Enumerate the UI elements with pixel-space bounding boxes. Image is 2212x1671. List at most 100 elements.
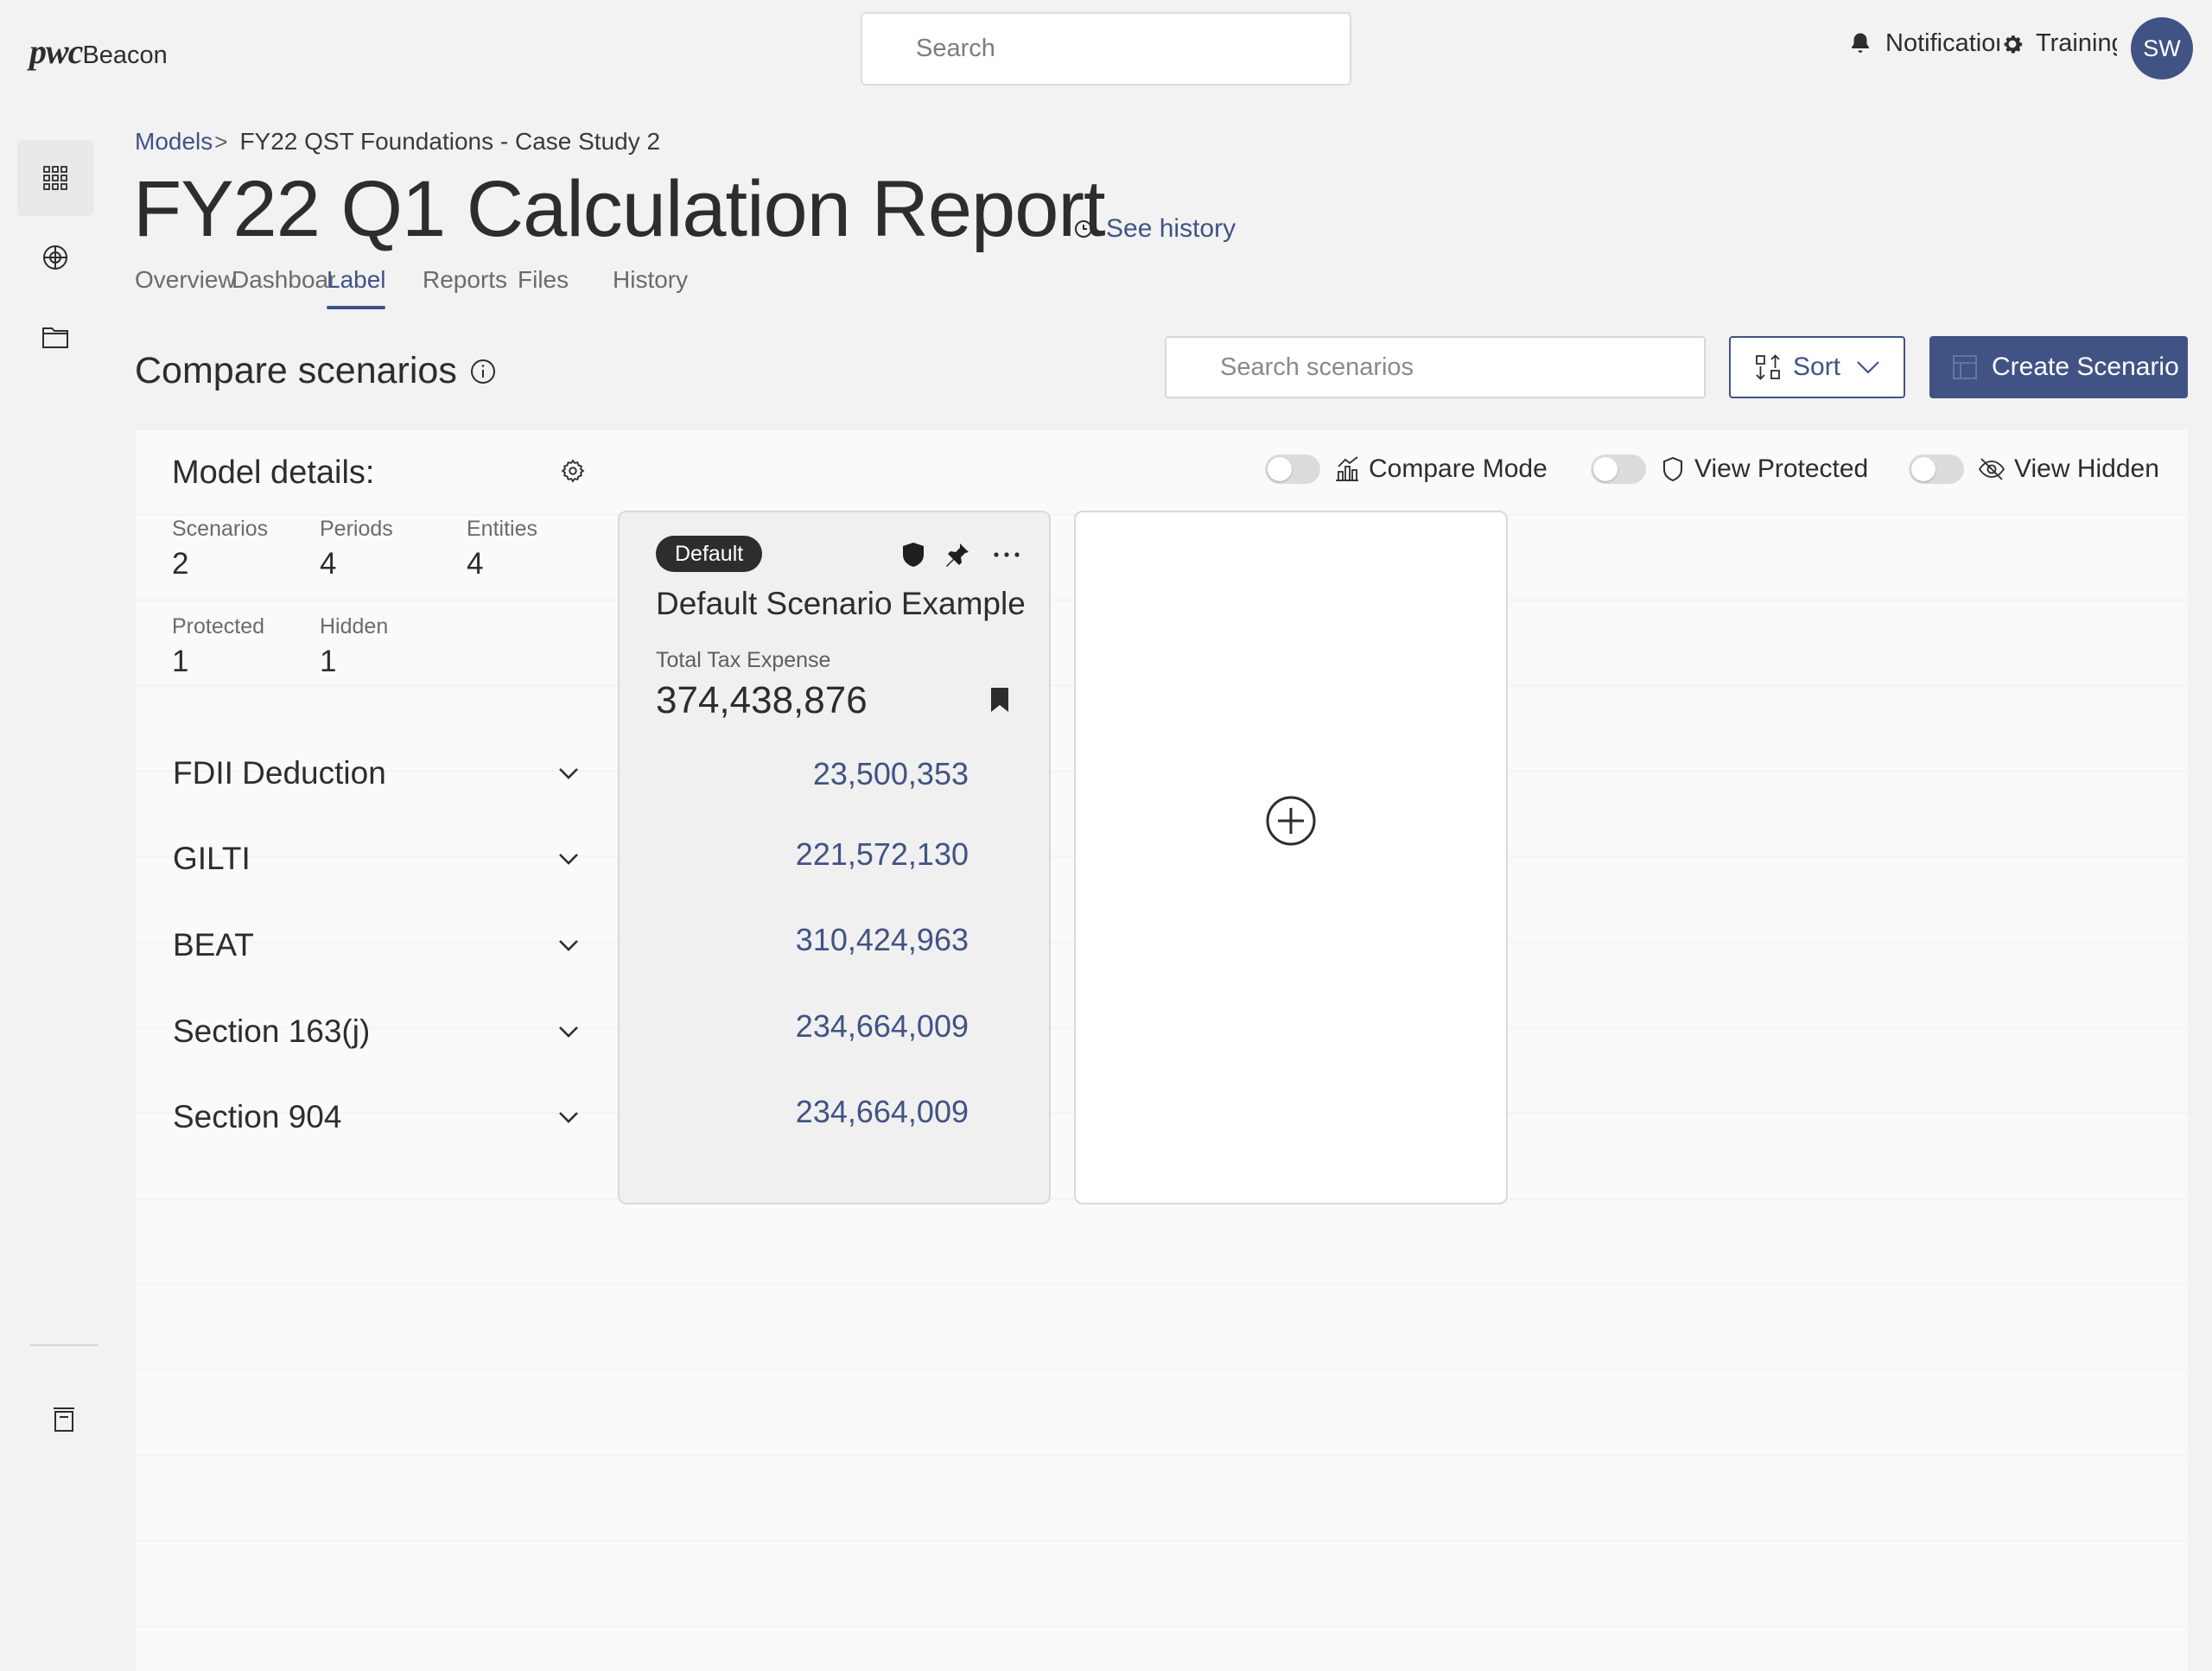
- info-icon[interactable]: [469, 358, 497, 385]
- chevron-down-icon: [558, 767, 579, 779]
- global-search-input[interactable]: Search: [861, 12, 1351, 86]
- compare-scenarios-heading: Compare scenarios: [135, 350, 457, 391]
- add-circle-icon[interactable]: [1265, 795, 1317, 847]
- scenario-value-gilti[interactable]: 221,572,130: [623, 836, 969, 873]
- breadcrumb-current: FY22 QST Foundations - Case Study 2: [239, 128, 661, 155]
- stat-label: Entities: [467, 517, 537, 541]
- tab-files[interactable]: Files: [518, 266, 569, 294]
- page-title: FY22 Q1 Calculation Report: [133, 165, 1106, 253]
- sort-icon: [1755, 354, 1781, 380]
- scenario-value-beat[interactable]: 310,424,963: [623, 922, 969, 958]
- compare-mode-toggle[interactable]: [1265, 454, 1320, 484]
- tab-reports[interactable]: Reports: [423, 266, 507, 294]
- scenario-search-placeholder: Search scenarios: [1220, 353, 1414, 381]
- target-icon: [41, 244, 69, 271]
- chevron-down-icon: [558, 853, 579, 865]
- model-settings-button[interactable]: [560, 458, 586, 484]
- scenario-value-163j[interactable]: 234,664,009: [623, 1008, 969, 1045]
- view-protected-toggle[interactable]: [1591, 454, 1646, 484]
- section-904[interactable]: Section 904: [173, 1087, 579, 1147]
- view-hidden-toggle-group: View Hidden: [1909, 454, 2159, 484]
- view-hidden-toggle[interactable]: [1909, 454, 1964, 484]
- training-button[interactable]: Training: [1999, 29, 2117, 58]
- eye-off-icon: [1978, 456, 2005, 482]
- section-gilti[interactable]: GILTI: [173, 829, 579, 889]
- scenario-value-fdii[interactable]: 23,500,353: [623, 756, 969, 792]
- tab-label[interactable]: Label: [327, 266, 386, 294]
- section-163j[interactable]: Section 163(j): [173, 1001, 579, 1062]
- section-label: GILTI: [173, 841, 251, 876]
- create-scenario-button[interactable]: Create Scenario: [1929, 336, 2188, 398]
- app-logo[interactable]: pwc Beacon: [29, 31, 168, 72]
- training-label: Training: [2036, 29, 2117, 57]
- stat-protected: Protected 1: [172, 614, 264, 679]
- shield-icon: [1662, 456, 1684, 482]
- stat-label: Protected: [172, 614, 265, 639]
- bookmark-icon[interactable]: [989, 687, 1010, 713]
- protected-shield-icon[interactable]: [901, 542, 925, 568]
- pin-icon[interactable]: [944, 542, 970, 568]
- grid-icon: [42, 165, 68, 191]
- add-document-icon: [1952, 354, 1978, 380]
- chart-icon: [1334, 456, 1360, 482]
- chevron-down-icon: [558, 1111, 579, 1123]
- rail-files[interactable]: [17, 299, 93, 375]
- total-tax-label: Total Tax Expense: [656, 648, 831, 672]
- sort-label: Sort: [1793, 353, 1841, 381]
- add-scenario-card[interactable]: [1074, 511, 1508, 1204]
- section-label: FDII Deduction: [173, 755, 386, 791]
- stat-label: Scenarios: [172, 517, 269, 541]
- compare-mode-toggle-group: Compare Mode: [1265, 454, 1548, 484]
- breadcrumb-models-link[interactable]: Models: [135, 128, 213, 156]
- stat-value: 2: [172, 547, 189, 581]
- global-search-placeholder: Search: [916, 35, 995, 62]
- chevron-down-icon: [1856, 360, 1880, 374]
- chevron-down-icon: [558, 1026, 579, 1038]
- stat-value: 1: [320, 645, 337, 678]
- rail-trash[interactable]: [26, 1381, 102, 1457]
- trash-icon: [51, 1405, 77, 1433]
- stat-hidden: Hidden 1: [320, 614, 388, 679]
- breadcrumb: Models > FY22 QST Foundations - Case Stu…: [135, 128, 660, 156]
- sort-button[interactable]: Sort: [1729, 336, 1905, 398]
- see-history-link[interactable]: See history: [1073, 214, 1236, 244]
- default-badge: Default: [656, 536, 763, 572]
- bell-icon: [1847, 31, 1873, 57]
- notifications-button[interactable]: Notifications: [1847, 29, 1999, 58]
- create-scenario-label: Create Scenario: [1992, 353, 2179, 381]
- app-name: Beacon: [82, 41, 168, 69]
- stat-value: 4: [320, 547, 337, 581]
- scenario-search-input[interactable]: Search scenarios: [1165, 336, 1706, 398]
- scenario-title: Default Scenario Example: [656, 586, 1026, 621]
- notifications-label: Notifications: [1885, 29, 1999, 57]
- stat-label: Hidden: [320, 614, 389, 639]
- active-tab-indicator: [327, 306, 385, 309]
- model-details-title: Model details:: [172, 454, 375, 491]
- brand-logo-text: pwc: [29, 32, 83, 71]
- total-tax-value: 374,438,876: [656, 679, 868, 721]
- clock-icon: [1073, 219, 1094, 239]
- section-beat[interactable]: BEAT: [173, 915, 579, 975]
- user-avatar[interactable]: SW: [2131, 17, 2193, 79]
- stat-value: 4: [467, 547, 484, 581]
- tab-overview[interactable]: Overview: [135, 266, 236, 294]
- stat-value: 1: [172, 645, 189, 678]
- view-hidden-label: View Hidden: [2014, 454, 2159, 483]
- view-protected-toggle-group: View Protected: [1591, 454, 1868, 484]
- more-options-icon[interactable]: [992, 542, 1021, 568]
- scenario-value-904[interactable]: 234,664,009: [623, 1094, 969, 1130]
- section-label: BEAT: [173, 927, 254, 963]
- tab-history[interactable]: History: [613, 266, 688, 294]
- rail-apps[interactable]: [17, 140, 93, 216]
- rail-explore[interactable]: [17, 219, 93, 295]
- gear-icon: [1999, 31, 2025, 57]
- gear-icon: [560, 458, 586, 484]
- section-title: Compare scenarios: [135, 350, 497, 392]
- compare-mode-label: Compare Mode: [1369, 454, 1548, 483]
- section-fdii-deduction[interactable]: FDII Deduction: [173, 743, 579, 804]
- stat-periods: Periods 4: [320, 517, 393, 581]
- section-label: Section 163(j): [173, 1013, 371, 1049]
- breadcrumb-separator: >: [214, 128, 228, 155]
- tab-dashboard[interactable]: Dashboard: [232, 266, 335, 294]
- stat-scenarios: Scenarios 2: [172, 517, 268, 581]
